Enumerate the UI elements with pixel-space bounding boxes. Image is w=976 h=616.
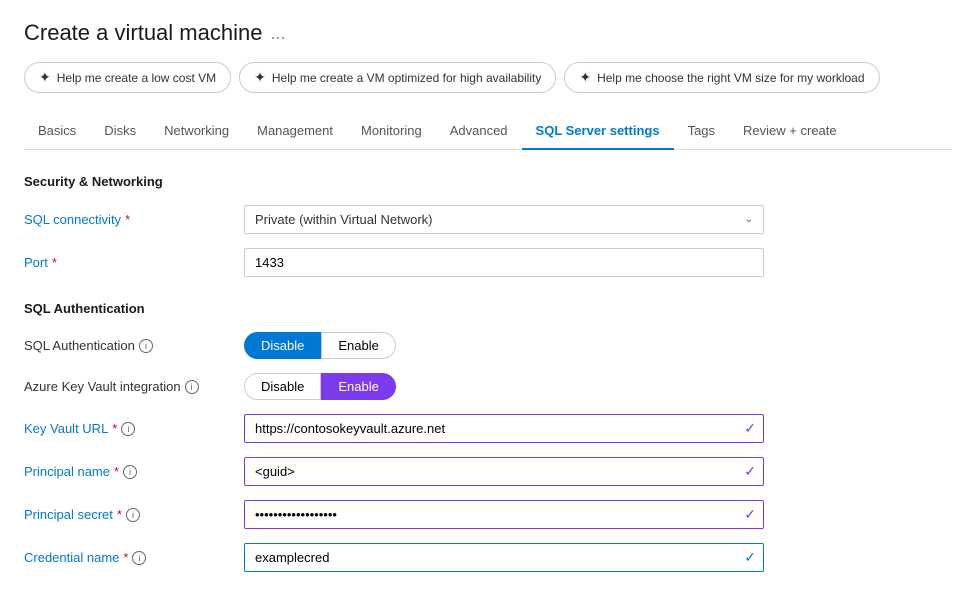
principal-name-label: Principal name * i: [24, 464, 244, 479]
sparkle-icon-2: ✦: [254, 69, 266, 86]
tab-sql-server-settings[interactable]: SQL Server settings: [522, 113, 674, 150]
key-vault-url-info-icon[interactable]: i: [121, 422, 135, 436]
security-networking-section: Security & Networking SQL connectivity *…: [24, 174, 952, 277]
sparkle-icon: ✦: [39, 69, 51, 86]
sql-auth-row: SQL Authentication i Disable Enable: [24, 332, 952, 359]
sql-auth-info-icon[interactable]: i: [139, 339, 153, 353]
azure-key-vault-row: Azure Key Vault integration i Disable En…: [24, 373, 952, 400]
tab-networking[interactable]: Networking: [150, 113, 243, 150]
port-label: Port *: [24, 255, 244, 270]
key-vault-url-input-wrap: ✓: [244, 414, 764, 443]
principal-secret-input-wrap: ✓: [244, 500, 764, 529]
azure-key-vault-enable-button[interactable]: Enable: [321, 373, 395, 400]
azure-key-vault-info-icon[interactable]: i: [185, 380, 199, 394]
azure-key-vault-disable-button[interactable]: Disable: [244, 373, 321, 400]
principal-secret-required: *: [117, 507, 122, 522]
azure-key-vault-toggle: Disable Enable: [244, 373, 764, 400]
credential-name-row: Credential name * i ✓: [24, 543, 952, 572]
principal-secret-label: Principal secret * i: [24, 507, 244, 522]
sql-connectivity-control: Private (within Virtual Network) ⌄: [244, 205, 764, 234]
azure-key-vault-label: Azure Key Vault integration i: [24, 379, 244, 394]
credential-name-input-wrap: ✓: [244, 543, 764, 572]
check-icon-3: ✓: [744, 506, 756, 523]
principal-name-row: Principal name * i ✓: [24, 457, 952, 486]
port-input[interactable]: [244, 248, 764, 277]
tab-monitoring[interactable]: Monitoring: [347, 113, 436, 150]
credential-name-input[interactable]: [244, 543, 764, 572]
port-required: *: [52, 255, 57, 270]
ai-low-cost-button[interactable]: ✦ Help me create a low cost VM: [24, 62, 231, 93]
principal-secret-info-icon[interactable]: i: [126, 508, 140, 522]
principal-name-input-wrap: ✓: [244, 457, 764, 486]
principal-name-control: ✓: [244, 457, 764, 486]
credential-name-label: Credential name * i: [24, 550, 244, 565]
tab-tags[interactable]: Tags: [674, 113, 729, 150]
key-vault-url-label: Key Vault URL * i: [24, 421, 244, 436]
principal-secret-input[interactable]: [244, 500, 764, 529]
sql-connectivity-row: SQL connectivity * Private (within Virtu…: [24, 205, 952, 234]
key-vault-url-control: ✓: [244, 414, 764, 443]
key-vault-url-row: Key Vault URL * i ✓: [24, 414, 952, 443]
page-title-container: Create a virtual machine ...: [24, 20, 952, 46]
principal-name-required: *: [114, 464, 119, 479]
sql-authentication-section: SQL Authentication SQL Authentication i …: [24, 301, 952, 572]
sql-auth-enable-button[interactable]: Enable: [321, 332, 395, 359]
sql-authentication-title: SQL Authentication: [24, 301, 952, 316]
credential-name-required: *: [123, 550, 128, 565]
credential-name-info-icon[interactable]: i: [132, 551, 146, 565]
ai-buttons-container: ✦ Help me create a low cost VM ✦ Help me…: [24, 62, 952, 93]
check-icon-4: ✓: [744, 549, 756, 566]
tab-bar: Basics Disks Networking Management Monit…: [24, 113, 952, 150]
sql-auth-disable-button[interactable]: Disable: [244, 332, 321, 359]
sql-auth-toggle-wrap: Disable Enable: [244, 332, 764, 359]
port-row: Port *: [24, 248, 952, 277]
tab-disks[interactable]: Disks: [90, 113, 150, 150]
sparkle-icon-3: ✦: [579, 69, 591, 86]
principal-secret-control: ✓: [244, 500, 764, 529]
tab-management[interactable]: Management: [243, 113, 347, 150]
sql-connectivity-required: *: [125, 212, 130, 227]
ai-right-size-button[interactable]: ✦ Help me choose the right VM size for m…: [564, 62, 879, 93]
tab-advanced[interactable]: Advanced: [436, 113, 522, 150]
page-title: Create a virtual machine: [24, 20, 262, 46]
credential-name-control: ✓: [244, 543, 764, 572]
key-vault-url-input[interactable]: [244, 414, 764, 443]
principal-secret-row: Principal secret * i ✓: [24, 500, 952, 529]
principal-name-info-icon[interactable]: i: [123, 465, 137, 479]
tab-review-create[interactable]: Review + create: [729, 113, 851, 150]
principal-name-input[interactable]: [244, 457, 764, 486]
tab-basics[interactable]: Basics: [24, 113, 90, 150]
security-networking-title: Security & Networking: [24, 174, 952, 189]
azure-key-vault-toggle-wrap: Disable Enable: [244, 373, 764, 400]
chevron-down-icon: ⌄: [745, 214, 753, 225]
ai-high-availability-button[interactable]: ✦ Help me create a VM optimized for high…: [239, 62, 556, 93]
port-control: [244, 248, 764, 277]
sql-auth-label: SQL Authentication i: [24, 338, 244, 353]
sql-connectivity-dropdown[interactable]: Private (within Virtual Network) ⌄: [244, 205, 764, 234]
sql-auth-toggle: Disable Enable: [244, 332, 764, 359]
key-vault-url-required: *: [112, 421, 117, 436]
page-title-ellipsis: ...: [270, 23, 285, 44]
sql-connectivity-label: SQL connectivity *: [24, 212, 244, 227]
check-icon: ✓: [744, 420, 756, 437]
check-icon-2: ✓: [744, 463, 756, 480]
